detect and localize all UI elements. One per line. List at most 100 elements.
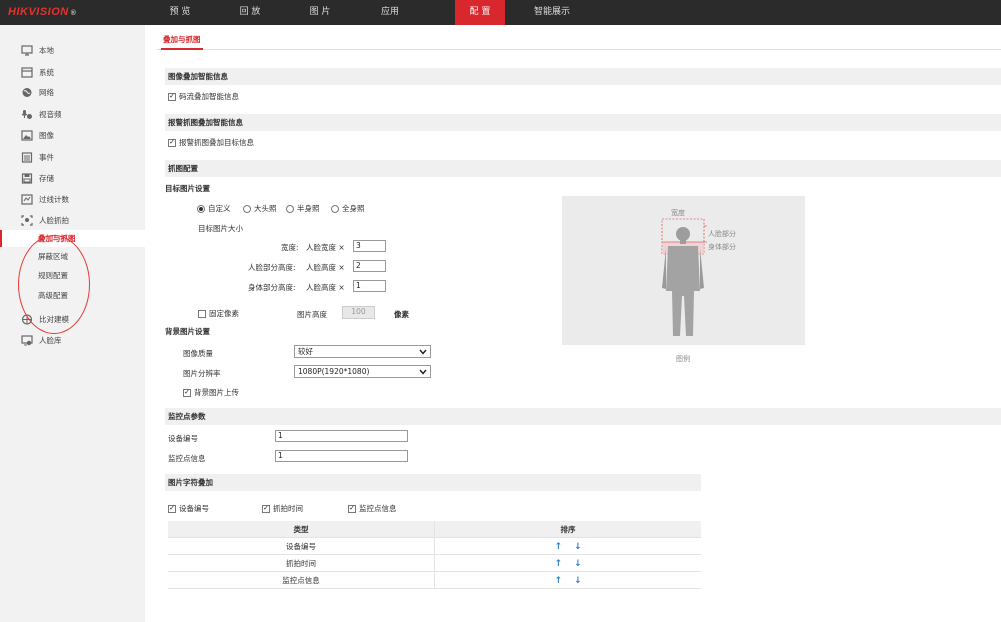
section-monitor-params: 监控点参数 xyxy=(165,408,1001,425)
pixel-unit-label: 像素 xyxy=(394,310,409,319)
sidebar-sub-advanced-config[interactable]: 高级配置 xyxy=(0,287,145,304)
device-id-label: 设备编号 xyxy=(168,434,198,443)
checkbox-box xyxy=(198,309,206,318)
background-upload-checkbox[interactable]: ✓ 背景图片上传 xyxy=(183,387,239,398)
face-height-input[interactable]: 2 xyxy=(353,260,386,272)
section-char-overlay: 图片字符叠加 xyxy=(165,474,701,491)
table-header-type: 类型 xyxy=(293,525,309,534)
width-unit: 人脸宽度 × xyxy=(306,243,345,252)
radio-dot xyxy=(243,204,251,213)
capture-preview-image: 宽度 人脸部分 身体部分 xyxy=(562,196,805,345)
chevron-down-icon xyxy=(419,369,427,375)
move-up-icon[interactable]: ↑ xyxy=(554,542,562,552)
sidebar-item-audio-video[interactable]: 视音频 xyxy=(0,104,145,124)
move-down-icon[interactable]: ↓ xyxy=(574,576,582,586)
preview-caption: 图例 xyxy=(676,355,690,363)
image-icon xyxy=(20,129,33,141)
resolution-select[interactable]: 1080P(1920*1080) xyxy=(294,365,431,378)
face-capture-icon xyxy=(20,214,33,226)
overlay-order-table: 类型 排序 设备编号 ↑ ↓ 抓拍时间 ↑ ↓ 监控点信息 ↑ ↓ xyxy=(168,521,701,589)
image-height-input[interactable]: 100 xyxy=(342,306,375,319)
event-icon xyxy=(20,151,33,163)
sidebar-item-network[interactable]: 网络 xyxy=(0,82,145,102)
nav-application[interactable]: 应用 xyxy=(365,0,415,25)
target-size-label: 目标图片大小 xyxy=(198,224,243,233)
sidebar-item-line-count[interactable]: 过线计数 xyxy=(0,189,145,209)
sidebar-item-face-capture[interactable]: 人脸抓拍 xyxy=(0,210,145,230)
tab-overlay-capture[interactable]: 叠加与抓图 xyxy=(161,34,203,50)
quality-select[interactable]: 较好 xyxy=(294,345,431,358)
sidebar-item-modeling[interactable]: 比对建模 xyxy=(0,309,145,329)
checkbox-box: ✓ xyxy=(168,504,176,513)
checkbox-box: ✓ xyxy=(262,504,270,513)
sidebar-sub-rule-config[interactable]: 规则配置 xyxy=(0,267,145,284)
fixed-pixel-checkbox[interactable]: 固定像素 xyxy=(198,308,239,319)
move-down-icon[interactable]: ↓ xyxy=(574,542,582,552)
globe-icon xyxy=(20,87,33,98)
width-multiplier-input[interactable]: 3 xyxy=(353,240,386,252)
modeling-icon xyxy=(20,313,33,325)
sidebar-item-local[interactable]: 本地 xyxy=(0,40,145,60)
width-label: 宽度: xyxy=(281,243,299,252)
storage-icon xyxy=(20,172,33,184)
stream-overlay-checkbox[interactable]: ✓ 码流叠加智能信息 xyxy=(168,91,239,102)
table-row: 设备编号 ↑ ↓ xyxy=(168,538,701,555)
face-height-label: 人脸部分高度: xyxy=(248,263,296,272)
main-content: 叠加与抓图 图像叠加智能信息 ✓ 码流叠加智能信息 报警抓图叠加智能信息 ✓ 报警抓… xyxy=(145,25,1001,622)
checkbox-box: ✓ xyxy=(168,92,176,101)
overlay-monitor-info-checkbox[interactable]: ✓ 监控点信息 xyxy=(348,503,397,514)
sidebar-sub-mask-area[interactable]: 屏蔽区域 xyxy=(0,248,145,265)
preview-body-part-label: 身体部分 xyxy=(708,243,736,251)
sidebar-item-event[interactable]: 事件 xyxy=(0,147,145,167)
table-cell-order: ↑ ↓ xyxy=(434,572,701,588)
section-alarm-overlay: 报警抓图叠加智能信息 xyxy=(165,114,1001,131)
nav-smart-display[interactable]: 智能展示 xyxy=(525,0,579,25)
checkbox-box: ✓ xyxy=(183,388,191,397)
move-down-icon[interactable]: ↓ xyxy=(574,559,582,569)
body-height-label: 身体部分高度: xyxy=(248,283,296,292)
move-up-icon[interactable]: ↑ xyxy=(554,559,562,569)
section-capture-config: 抓图配置 xyxy=(165,160,1001,177)
monitor-info-input[interactable]: 1 xyxy=(275,450,408,462)
overlay-device-id-checkbox[interactable]: ✓ 设备编号 xyxy=(168,503,209,514)
table-cell-order: ↑ ↓ xyxy=(434,538,701,554)
checkbox-box: ✓ xyxy=(168,138,176,147)
hikvision-logo: HIKVISION ® xyxy=(8,6,77,18)
sidebar-sub-overlay-capture[interactable]: 叠加与抓图 xyxy=(0,230,145,247)
overlay-capture-time-checkbox[interactable]: ✓ 抓拍时间 xyxy=(262,503,303,514)
system-icon xyxy=(20,66,33,78)
table-cell-type: 设备编号 xyxy=(286,542,316,551)
quality-label: 图像质量 xyxy=(183,349,213,358)
nav-preview[interactable]: 预 览 xyxy=(155,0,205,25)
monitor-icon xyxy=(20,44,33,56)
sidebar-item-storage[interactable]: 存储 xyxy=(0,168,145,188)
move-up-icon[interactable]: ↑ xyxy=(554,576,562,586)
sidebar-item-image[interactable]: 图像 xyxy=(0,125,145,145)
alarm-overlay-checkbox[interactable]: ✓ 报警抓图叠加目标信息 xyxy=(168,137,254,148)
top-navigation-bar: HIKVISION ® 预 览 回 放 图 片 应用 配 置 智能展示 xyxy=(0,0,1001,25)
sidebar: 本地 系统 网络 视音频 图像 事件 存储 过线计数 人脸抓拍 叠加与抓图 屏蔽… xyxy=(0,25,145,622)
nav-picture[interactable]: 图 片 xyxy=(295,0,345,25)
chevron-down-icon xyxy=(419,349,427,355)
face-height-unit: 人脸高度 × xyxy=(306,263,345,272)
device-id-input[interactable]: 1 xyxy=(275,430,408,442)
nav-playback[interactable]: 回 放 xyxy=(225,0,275,25)
section-image-overlay: 图像叠加智能信息 xyxy=(165,68,1001,85)
sidebar-item-face-library[interactable]: 人脸库 xyxy=(0,330,145,350)
radio-half-body[interactable]: 半身照 xyxy=(286,203,320,214)
monitor-info-label: 监控点信息 xyxy=(168,454,206,463)
radio-full-body[interactable]: 全身照 xyxy=(331,203,365,214)
image-height-label: 图片高度 xyxy=(297,310,327,319)
checkbox-box: ✓ xyxy=(348,504,356,513)
radio-headshot[interactable]: 大头照 xyxy=(243,203,277,214)
tab-bar: 叠加与抓图 xyxy=(157,25,1001,50)
table-row: 监控点信息 ↑ ↓ xyxy=(168,572,701,589)
body-height-unit: 人脸高度 × xyxy=(306,283,345,292)
line-count-icon xyxy=(20,193,33,205)
sidebar-item-system[interactable]: 系统 xyxy=(0,62,145,82)
nav-configuration[interactable]: 配 置 xyxy=(455,0,505,25)
person-silhouette-diagram xyxy=(661,218,707,336)
table-row: 抓拍时间 ↑ ↓ xyxy=(168,555,701,572)
body-height-input[interactable]: 1 xyxy=(353,280,386,292)
radio-custom[interactable]: 自定义 xyxy=(197,203,231,214)
